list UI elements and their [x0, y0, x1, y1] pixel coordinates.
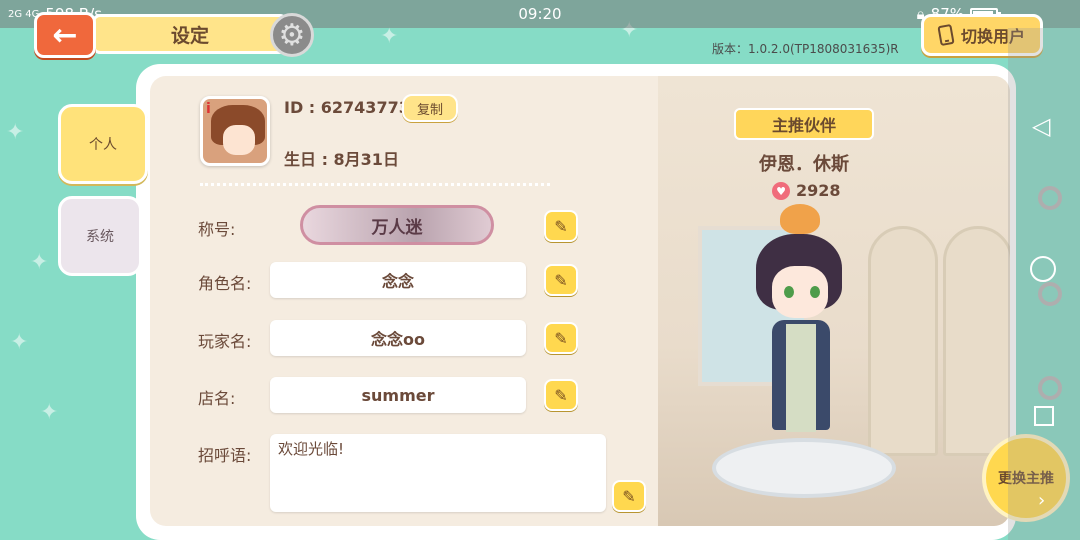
character-robe — [786, 324, 816, 432]
sparkle-icon: ✦ — [10, 330, 29, 355]
tab-system[interactable]: 系统 — [58, 196, 142, 276]
heart-icon: ♥ — [772, 182, 790, 200]
role-name-value: 念念 — [381, 272, 414, 291]
affection-value: 2928 — [796, 181, 841, 200]
sparkle-icon: ✦ — [40, 400, 59, 425]
edit-shop-name-button[interactable]: ✎ — [544, 379, 578, 411]
character-eye — [810, 286, 820, 298]
role-name-field[interactable]: 念念 — [270, 262, 526, 298]
partner-ribbon: 主推伙伴 — [734, 108, 874, 140]
fox-decoration — [780, 204, 820, 234]
version-text: 版本：1.0.2.0(TP1808031635)R — [712, 42, 899, 56]
title-badge: 万人迷 — [300, 205, 494, 245]
character-eye — [784, 286, 794, 298]
title-label: 称号: — [198, 220, 236, 239]
tab-system-label: 系统 — [86, 229, 114, 245]
shelf-decoration — [868, 226, 938, 456]
gear-icon[interactable]: ⚙ — [270, 13, 314, 57]
edit-greeting-button[interactable]: ✎ — [612, 480, 646, 512]
shelf-decoration — [943, 226, 1010, 456]
title-badge-text: 万人迷 — [371, 217, 423, 238]
role-name-label: 角色名: — [198, 274, 252, 293]
shop-name-field[interactable]: summer — [270, 377, 526, 413]
pencil-icon: ✎ — [554, 385, 568, 405]
page-title: 设定 — [92, 14, 288, 54]
player-name-field[interactable]: 念念oo — [270, 320, 526, 356]
partner-name: 伊恩．休斯 — [759, 154, 849, 175]
back-button[interactable]: ← — [34, 12, 96, 58]
partner-character[interactable] — [748, 204, 858, 464]
edit-role-name-button[interactable]: ✎ — [544, 264, 578, 296]
avatar-face — [223, 125, 255, 155]
phone-icon — [937, 23, 955, 47]
greeting-field[interactable]: 欢迎光临! — [270, 434, 606, 512]
tab-personal[interactable]: 个人 — [58, 104, 148, 184]
system-nav-bar — [1008, 28, 1080, 540]
avatar[interactable]: i — [200, 96, 270, 166]
nav-recent-icon[interactable] — [1034, 406, 1054, 426]
greeting-label: 招呼语: — [198, 446, 252, 465]
sparkle-icon: ✦ — [6, 120, 25, 145]
divider — [200, 183, 550, 186]
player-name-label: 玩家名: — [198, 332, 252, 351]
edit-title-button[interactable]: ✎ — [544, 210, 578, 242]
nav-home-icon[interactable] — [1030, 256, 1056, 282]
shop-name-value: summer — [361, 385, 435, 405]
arrow-left-icon: ← — [52, 17, 78, 53]
copy-label: 复制 — [416, 102, 443, 118]
user-id: ID : 62743773 — [284, 98, 410, 117]
partner-ribbon-text: 主推伙伴 — [771, 116, 836, 135]
greeting-value: 欢迎光临! — [278, 440, 345, 458]
copy-button[interactable]: 复制 — [402, 94, 458, 122]
pencil-icon: ✎ — [554, 216, 568, 236]
shop-name-label: 店名: — [198, 389, 236, 408]
clock: 09:20 — [518, 5, 562, 23]
player-name-value: 念念oo — [371, 330, 425, 349]
page-title-text: 设定 — [170, 24, 209, 47]
tab-personal-label: 个人 — [89, 137, 117, 153]
info-icon: i — [206, 101, 211, 117]
sparkle-icon: ✦ — [30, 250, 49, 275]
nav-back-icon[interactable]: ◁ — [1032, 112, 1050, 140]
pencil-icon: ✎ — [554, 270, 568, 290]
pencil-icon: ✎ — [622, 486, 636, 506]
pencil-icon: ✎ — [554, 328, 568, 348]
birthday: 生日 : 8月31日 — [284, 150, 399, 169]
edit-player-name-button[interactable]: ✎ — [544, 322, 578, 354]
chevron-right-icon[interactable]: › — [1038, 490, 1045, 511]
